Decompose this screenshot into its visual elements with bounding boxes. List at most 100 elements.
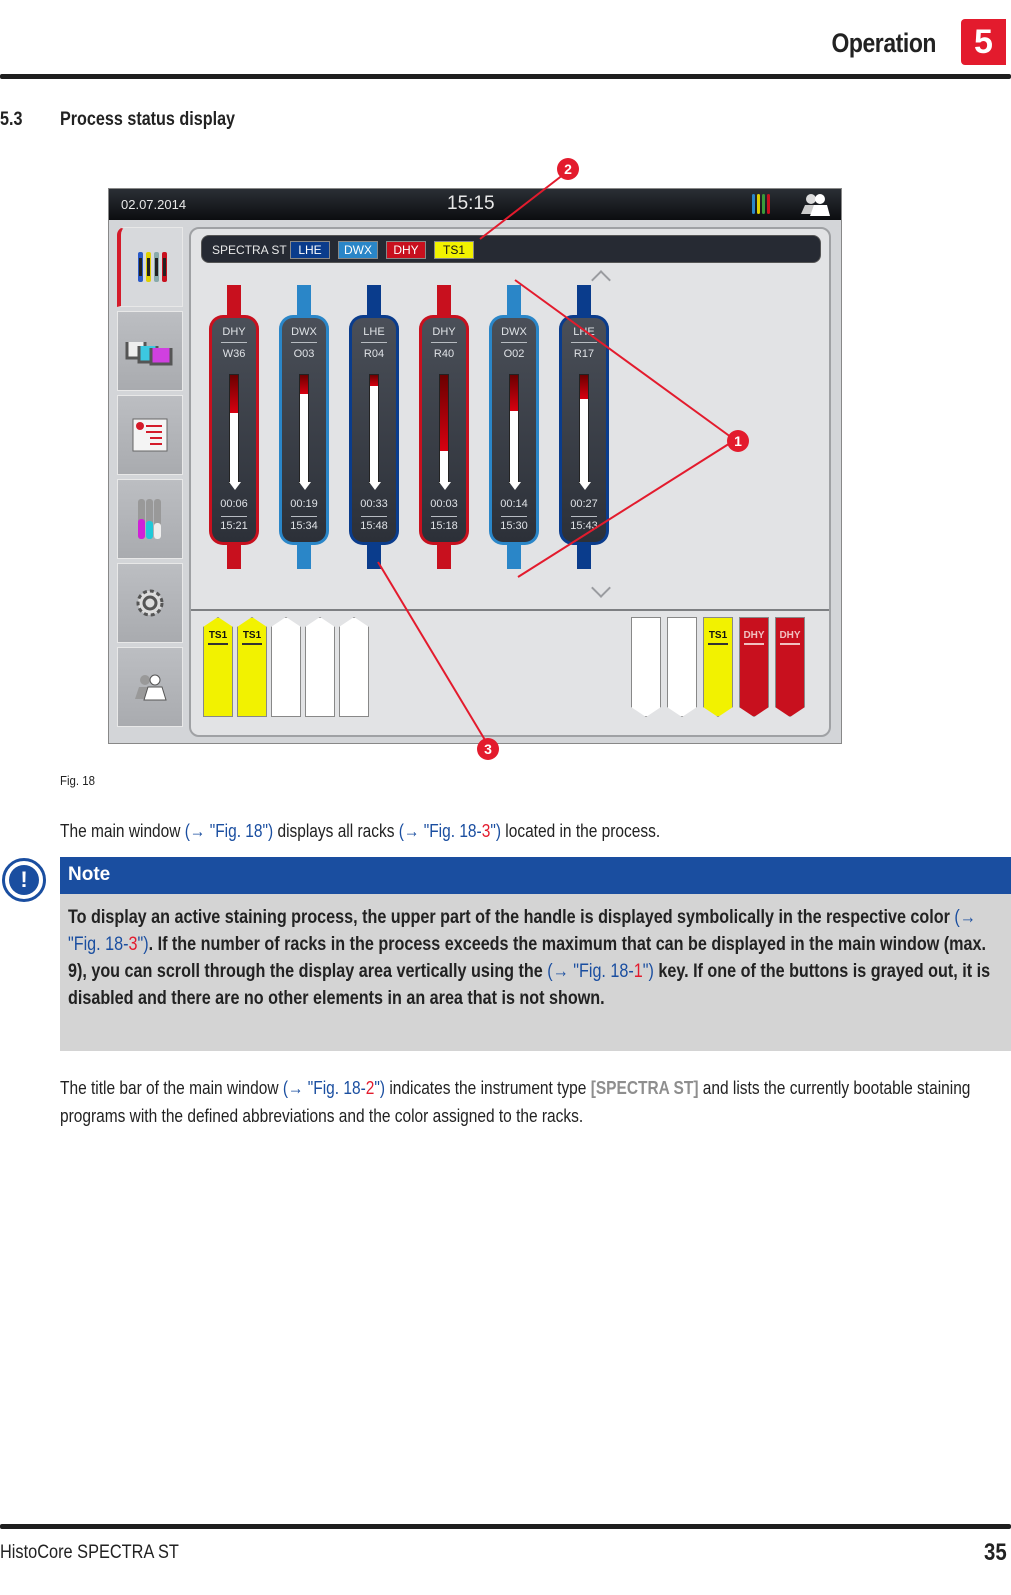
drawer-slot[interactable]: DHY [775,617,805,717]
rack-program: DHY [432,326,456,338]
main-window: SPECTRA ST LHE DWX DHY TS1 DHY W36 00:06 15… [189,227,831,737]
rack-progress-fill [230,375,238,413]
program-badge[interactable]: DWX [338,241,378,259]
slot-label: DHY [743,630,765,641]
callout-3: 3 [477,738,499,760]
sidebar-item-programs[interactable] [117,395,183,475]
sidebar-item-reagents[interactable] [117,479,183,559]
rack-step: O02 [503,348,525,360]
callout-1: 1 [727,430,749,452]
scroll-down-button[interactable] [591,578,611,598]
note-heading: Note [60,857,1011,894]
rack-remaining-time: 00:19 [290,498,318,510]
chapter-title: Operation [831,28,936,58]
rack-end-time: 15:48 [360,520,388,532]
drawer-slot[interactable]: TS1 [203,617,233,717]
section-title: Process status display [60,109,236,130]
rack-end-time: 15:34 [290,520,318,532]
reagent-tubes-icon [138,499,161,539]
drawer-slot[interactable] [667,617,697,717]
fig-link[interactable]: (→ "Fig. 18-1") [547,961,654,982]
rack-program: DWX [291,326,317,338]
sidebar [117,227,183,737]
rack-progress-fill [510,375,518,411]
sidebar-item-settings[interactable] [117,563,183,643]
time-display: 15:15 [447,193,495,214]
note-box: To display an active staining process, t… [60,894,1011,1051]
gear-icon [136,589,164,617]
rack[interactable]: LHE R04 00:33 15:48 [349,285,399,575]
fig-link[interactable]: (→ "Fig. 18-2") [283,1078,385,1098]
program-badge[interactable]: LHE [290,241,330,259]
rack-progress-bar [229,374,239,484]
rack-program: LHE [573,326,595,338]
fig-link[interactable]: (→ "Fig. 18-3") [399,821,501,841]
drawer-slot[interactable]: DHY [739,617,769,717]
rack[interactable]: DWX O03 00:19 15:34 [279,285,329,575]
drawer-slot[interactable] [339,617,369,717]
rack-step: R40 [433,348,455,360]
drawer-slot[interactable]: TS1 [703,617,733,717]
rack-end-time: 15:30 [500,520,528,532]
instrument-reference: [SPECTRA ST] [590,1078,699,1098]
rack-program: DWX [501,326,527,338]
footer-rule [0,1524,1011,1529]
rack-progress-fill [370,375,378,386]
rack-progress-bar [509,374,519,484]
rack-progress-fill [580,375,588,399]
slot-label: TS1 [242,630,262,641]
paragraph-title-bar: The title bar of the main window (→ "Fig… [60,1078,971,1126]
drawer-slot[interactable] [305,617,335,717]
rack-remaining-time: 00:14 [500,498,528,510]
user-icon[interactable] [799,192,831,217]
chapter-number-badge: 5 [961,19,1006,65]
sidebar-item-racks[interactable] [117,227,183,307]
rack-program: LHE [363,326,385,338]
rack-end-time: 15:18 [430,520,458,532]
main-title-bar: SPECTRA ST LHE DWX DHY TS1 [201,235,821,263]
rack-step: R04 [363,348,385,360]
drawer-area: TS1 TS1 TS1 DHY DHY [191,609,829,735]
slot-label: TS1 [208,630,228,641]
program-list-icon [132,418,168,452]
rack[interactable]: LHE R17 00:27 15:43 [559,285,609,575]
slot-label: TS1 [708,630,728,641]
rack-program: DHY [222,326,246,338]
fig-link[interactable]: (→ "Fig. 18") [185,821,273,841]
sidebar-item-user[interactable] [117,647,183,727]
rack-step: W36 [222,348,246,360]
rack-status-icon[interactable] [752,194,772,214]
status-bar: 02.07.2014 15:15 [109,189,841,220]
drawer-slot[interactable] [271,617,301,717]
rack-remaining-time: 00:33 [360,498,388,510]
rack[interactable]: DHY R40 00:03 15:18 [419,285,469,575]
page-number: 35 [984,1539,1007,1566]
figure-screenshot: 02.07.2014 15:15 SPECTRA ST LHE DWX DHY … [108,188,842,744]
drawer-slot[interactable] [631,617,661,717]
date-display: 02.07.2014 [121,197,187,212]
rack-remaining-time: 00:27 [570,498,598,510]
racks-icon [137,252,167,282]
figure-caption: Fig. 18 [60,773,95,788]
paragraph-main-window: The main window (→ "Fig. 18") displays a… [60,821,661,841]
drawer-slot[interactable]: TS1 [237,617,267,717]
program-badge[interactable]: DHY [386,241,426,259]
user-settings-icon [135,674,167,701]
info-icon: ! [2,858,46,902]
rack-progress-bar [579,374,589,484]
rack-progress-bar [369,374,379,484]
rack-step: O03 [293,348,315,360]
instrument-type: SPECTRA ST [212,243,287,257]
rack-progress-fill [440,375,448,451]
rack-end-time: 15:43 [570,520,598,532]
rack-progress-bar [299,374,309,484]
sidebar-item-baths[interactable] [117,311,183,391]
program-badge[interactable]: TS1 [434,241,474,259]
rack-progress-bar [439,374,449,484]
rack-remaining-time: 00:03 [430,498,458,510]
slot-label: DHY [779,630,801,641]
reagent-baths-icon [125,342,173,366]
rack-end-time: 15:21 [220,520,248,532]
rack[interactable]: DHY W36 00:06 15:21 [209,285,259,575]
rack[interactable]: DWX O02 00:14 15:30 [489,285,539,575]
